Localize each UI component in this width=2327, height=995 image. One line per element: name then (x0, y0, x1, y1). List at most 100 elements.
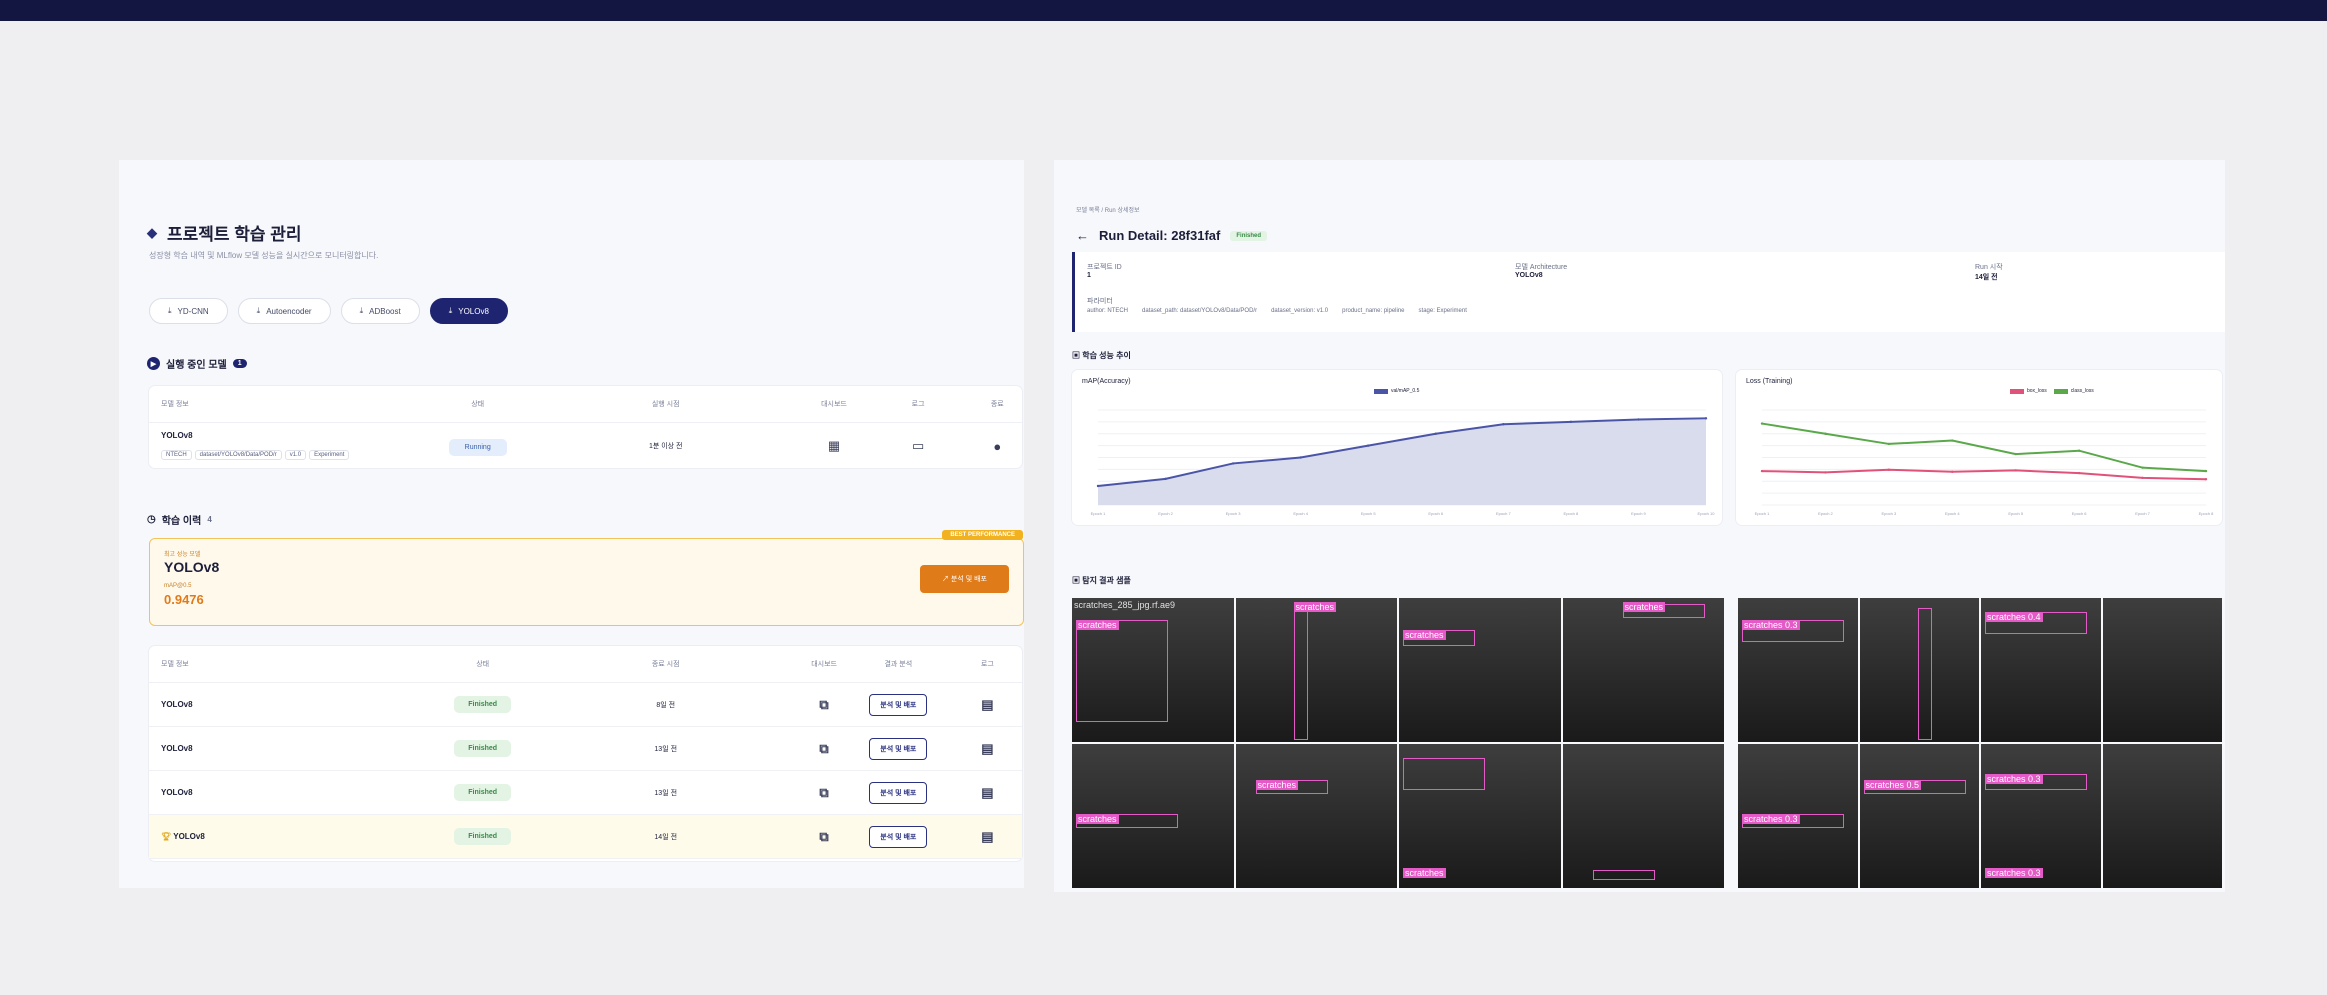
table-header: 모델 정보 상태 종료 시점 대시보드 결과 분석 로그 (149, 646, 1022, 683)
data-point (2204, 478, 2208, 481)
data-point (1824, 432, 1827, 435)
run-detail-panel: 모델 목록 / Run 상세정보 ← Run Detail: 28f31faf Fi… (1054, 160, 2225, 892)
diamond-icon: ◆ (147, 224, 157, 240)
document-icon[interactable]: ▤ (953, 785, 1022, 801)
data-point (1887, 468, 1891, 471)
tab-adboost[interactable]: ⤓ ADBoost (340, 298, 420, 324)
data-point (1951, 439, 1954, 442)
back-arrow-icon[interactable]: ← (1076, 228, 1089, 243)
analyze-deploy-button[interactable]: 분석 및 배포 (869, 737, 928, 760)
sample-image: scratches 0.5 (1859, 744, 1979, 888)
data-point (1434, 432, 1437, 435)
analyze-deploy-button[interactable]: ↗ 분석 및 배포 (919, 565, 1009, 593)
series-area (1098, 418, 1706, 505)
data-point (1502, 423, 1505, 426)
count-badge: 1 (232, 359, 247, 368)
image-icon: ▣ (1072, 576, 1083, 585)
history-table: 모델 정보 상태 종료 시점 대시보드 결과 분석 로그 YOLOv8 Fini… (149, 646, 1022, 861)
log-icon[interactable]: ▭ (864, 438, 973, 454)
chart-legend: box_loss class_loss (2010, 388, 2094, 394)
external-link-icon[interactable]: ⧉ (804, 741, 844, 757)
sample-image: scratches (1399, 744, 1561, 888)
data-point (2141, 466, 2144, 469)
table-row: YOLOv8 Finished 13일 전 ⧉ 분석 및 배포 ▤ (149, 727, 1022, 771)
analyze-deploy-button[interactable]: 분석 및 배포 (869, 693, 928, 716)
best-model-card: BEST PERFORMANCE 최고 성능 모델 YOLOv8 mAP@0.5… (149, 530, 1024, 626)
running-section-title: ▶ 실행 중인 모델 1 (147, 356, 247, 371)
status-badge: Finished (1230, 230, 1268, 241)
data-point (2014, 452, 2017, 456)
data-point (2077, 471, 2081, 475)
samples-section-title: ▣ 탐지 결과 샘플 (1072, 576, 1131, 585)
chart-icon: ↗ (941, 576, 951, 583)
dashboard-icon[interactable]: ▦ (804, 438, 863, 454)
x-tick-label: Epoch 3 (1226, 511, 1241, 516)
data-point (1299, 456, 1302, 459)
perf-section-title: ▣ 학습 성능 추이 (1072, 351, 1131, 360)
page-title: ← Run Detail: 28f31faf Finished (1076, 228, 1268, 243)
external-link-icon[interactable]: ⧉ (804, 829, 844, 845)
x-tick-label: Epoch 3 (1882, 511, 1897, 516)
x-tick-label: Epoch 2 (1818, 511, 1833, 516)
download-icon: ⤓ (168, 306, 172, 315)
status-badge: Finished (454, 784, 512, 801)
tab-yolov8[interactable]: ⤓ YOLOv8 (429, 298, 508, 324)
project-training-panel: ◆ 프로젝트 학습 관리 성장형 학습 내역 및 MLflow 모델 성능을 실시… (119, 160, 1024, 888)
data-point (2204, 469, 2208, 473)
sample-image: scratches (1562, 598, 1724, 742)
best-badge: BEST PERFORMANCE (942, 530, 1023, 540)
table-row: YOLOv8 NTECH dataset/YOLOv8/Data/POD/r v1.… (149, 423, 1022, 469)
data-point (1824, 471, 1827, 474)
top-bar (0, 0, 2327, 21)
status-badge: Finished (454, 696, 512, 713)
chart-title: mAP(Accuracy) (1082, 378, 1131, 385)
external-link-icon[interactable]: ⧉ (804, 785, 844, 801)
download-icon: ⤓ (448, 306, 453, 315)
sample-image: scratches 0.3 (1738, 744, 1858, 888)
analyze-deploy-button[interactable]: 분석 및 배포 (869, 781, 928, 804)
document-icon[interactable]: ▤ (953, 741, 1022, 757)
x-tick-label: Epoch 6 (2072, 511, 2087, 516)
x-tick-label: Epoch 7 (1496, 511, 1511, 516)
external-link-icon[interactable]: ⧉ (804, 697, 844, 713)
status-badge: Finished (454, 740, 512, 757)
page-title: ◆ 프로젝트 학습 관리 (147, 224, 302, 245)
document-icon[interactable]: ▤ (953, 697, 1022, 713)
running-table: 모델 정보 상태 실행 시점 대시보드 로그 종료 YOLOv8 NTECH da… (149, 386, 1022, 468)
analyze-deploy-button[interactable]: 분석 및 배포 (869, 825, 928, 848)
trophy-icon: 🏆︎ (161, 832, 174, 841)
breadcrumb: 모델 목록 / Run 상세정보 (1076, 208, 1140, 214)
loss-chart: Epoch 1 Epoch 2 Epoch 3 Epoch 4 Epoch 5 Epoch… (1755, 409, 2214, 516)
history-section-title: ◷ 학습 이력 4 (147, 514, 212, 527)
stop-icon[interactable]: ● (973, 439, 1022, 454)
data-point (2141, 476, 2144, 480)
chart-legend: val/mAP_0.5 (1374, 388, 1419, 394)
x-tick-label: Epoch 9 (1631, 511, 1646, 516)
sample-image (1859, 598, 1979, 742)
sample-image: scratches (1235, 744, 1397, 888)
sample-image: scratches (1399, 598, 1561, 742)
data-point (1367, 444, 1370, 447)
data-point (1231, 462, 1235, 465)
x-tick-label: Epoch 1 (1755, 511, 1770, 516)
series-line (1761, 468, 2207, 481)
status-badge: Finished (454, 828, 512, 845)
table-row: YOLOv8 Finished 8일 전 ⧉ 분석 및 배포 ▤ (149, 683, 1022, 727)
document-icon[interactable]: ▤ (953, 829, 1022, 845)
tab-ydcnn[interactable]: ⤓ YD-CNN (149, 298, 228, 324)
chart-icon: ▣ (1072, 351, 1083, 360)
data-point (1760, 469, 1764, 473)
loss-chart-card: Loss (Training) box_loss class_loss Epoch… (1736, 370, 2222, 525)
data-point (1951, 470, 1954, 473)
page-subtitle: 성장형 학습 내역 및 MLflow 모델 성능을 실시간으로 모니터링합니다. (149, 251, 379, 260)
params-list: author: NTECH dataset_path: dataset/YOLOv… (1087, 308, 1467, 314)
x-tick-label: Epoch 8 (1564, 511, 1579, 516)
x-tick-label: Epoch 1 (1091, 511, 1106, 516)
sample-image (2102, 744, 2222, 888)
data-point (1704, 417, 1708, 420)
download-icon: ⤓ (359, 306, 364, 315)
x-tick-label: Epoch 8 (2199, 511, 2214, 516)
table-header: 모델 정보 상태 실행 시점 대시보드 로그 종료 (149, 386, 1022, 423)
x-tick-label: Epoch 7 (2135, 511, 2150, 516)
tab-autoencoder[interactable]: ⤓ Autoencoder (237, 298, 331, 324)
